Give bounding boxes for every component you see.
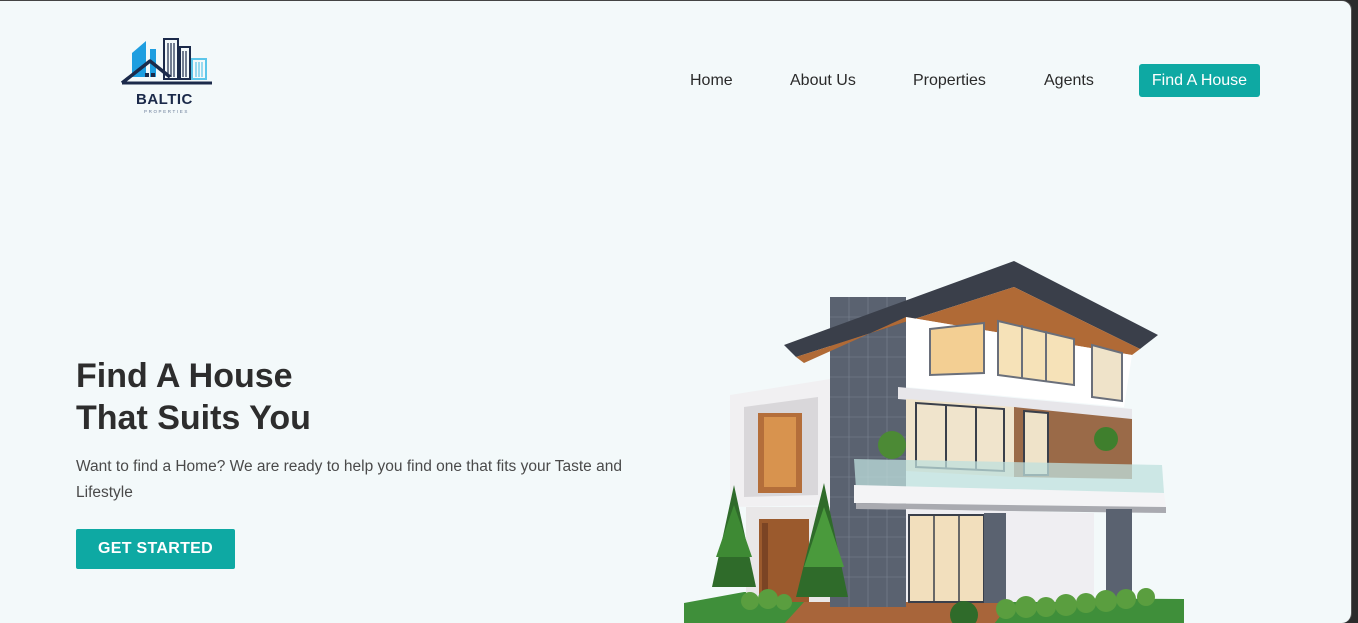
brand-tagline: PROPERTIES <box>144 109 189 114</box>
hero-title-line-1: Find A House <box>76 357 293 395</box>
nav-agents[interactable]: Agents <box>1044 72 1094 90</box>
hero-description: Want to find a Home? We are ready to hel… <box>76 458 622 501</box>
find-a-house-button[interactable]: Find A House <box>1139 64 1260 97</box>
nav-properties[interactable]: Properties <box>913 72 986 90</box>
get-started-button[interactable]: GET STARTED <box>76 529 235 569</box>
modern-house-illustration <box>684 257 1184 623</box>
nav-home[interactable]: Home <box>690 72 733 90</box>
hero-title: Find A House That Suits You <box>76 355 311 439</box>
hero-title-line-2: That Suits You <box>76 399 311 437</box>
main-nav: Home About Us Properties Agents Find A H… <box>0 64 1351 98</box>
nav-about-us[interactable]: About Us <box>790 72 856 90</box>
page: BALTIC PROPERTIES Home About Us Properti… <box>0 0 1352 623</box>
